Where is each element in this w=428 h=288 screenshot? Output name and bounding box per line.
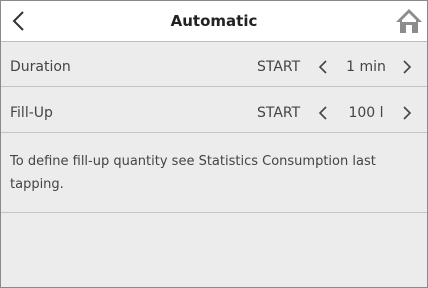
duration-increase-icon[interactable] <box>401 59 413 75</box>
duration-label: Duration <box>10 59 71 75</box>
screen: Automatic Duration START 1 min Fill-Up S… <box>0 0 428 288</box>
page-title: Automatic <box>170 12 258 30</box>
home-icon[interactable] <box>395 8 423 34</box>
fill-up-value: 100 l <box>348 105 384 121</box>
duration-value: 1 min <box>346 59 386 75</box>
info-panel: To define fill-up quantity see Statistic… <box>1 140 427 213</box>
duration-row: Duration START 1 min <box>1 48 427 87</box>
fill-up-start-button[interactable]: START <box>257 94 300 132</box>
fill-up-increase-icon[interactable] <box>401 105 413 121</box>
duration-decrease-icon[interactable] <box>317 59 329 75</box>
info-text: To define fill-up quantity see Statistic… <box>10 154 376 192</box>
fill-up-decrease-icon[interactable] <box>317 105 329 121</box>
duration-start-button[interactable]: START <box>257 48 300 86</box>
fill-up-label: Fill-Up <box>10 105 53 121</box>
fill-up-row: Fill-Up START 100 l <box>1 94 427 133</box>
header-bar: Automatic <box>1 1 427 42</box>
